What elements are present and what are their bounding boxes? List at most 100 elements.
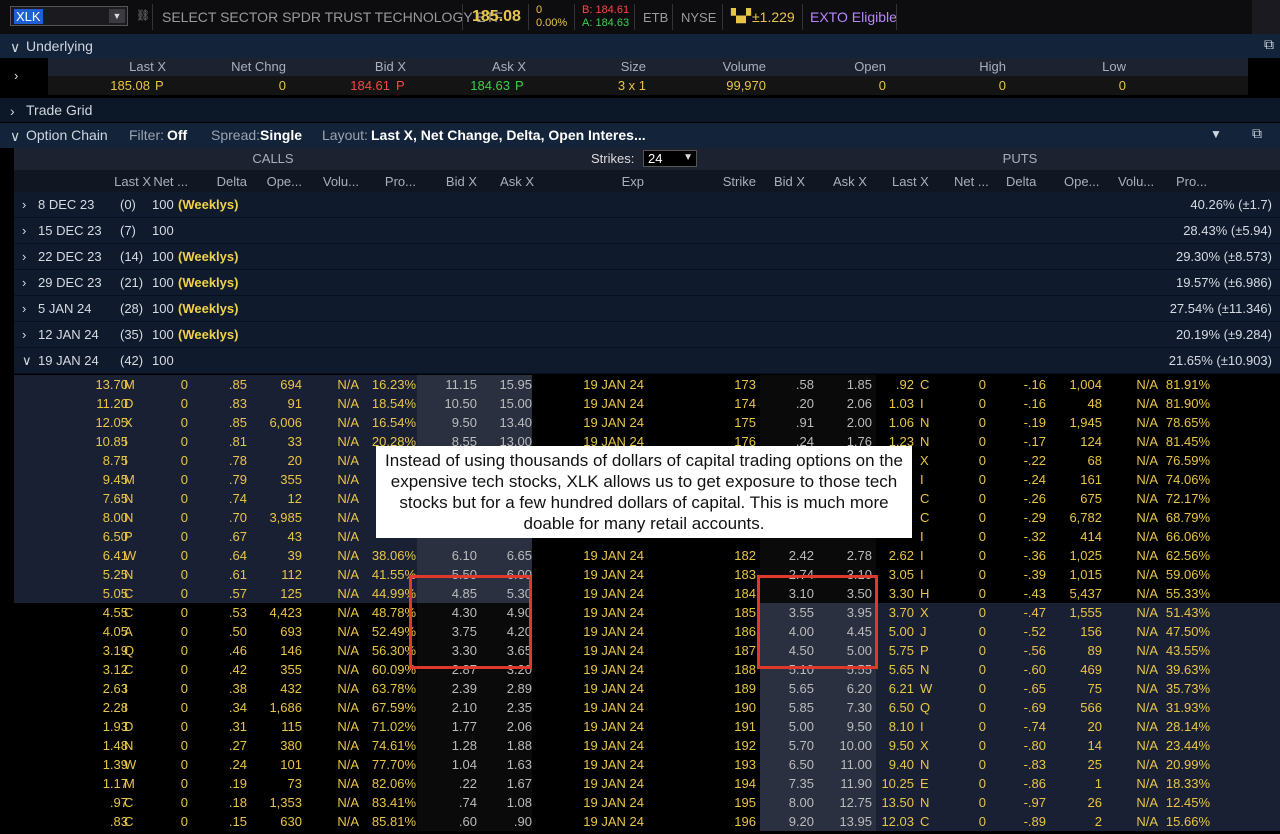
put-column-header[interactable]: Last X — [892, 174, 948, 189]
strikes-select[interactable]: 24 ▼ — [643, 150, 697, 167]
put-bid[interactable]: 5.70 — [762, 738, 814, 753]
call-ask[interactable]: 1.63 — [480, 757, 532, 772]
chevron-right-icon[interactable]: › — [14, 68, 18, 83]
symbol-text[interactable]: XLK — [14, 9, 43, 24]
call-bid[interactable]: 2.39 — [420, 681, 477, 696]
table-row[interactable]: 6.41 W 0 .64 39 N/A 38.06% 6.10 6.65 19 JAN 24 182… — [14, 546, 1280, 565]
call-ask[interactable]: .90 — [480, 814, 532, 829]
option-chain-section-header[interactable]: ∨ Option Chain Filter: Off Spread: Singl… — [0, 123, 1280, 148]
table-row[interactable]: 12.05 X 0 .85 6,006 N/A 16.54% 9.50 13.40 19 JAN … — [14, 413, 1280, 432]
put-bid[interactable]: 5.00 — [762, 719, 814, 734]
expiration-row[interactable]: › 15 DEC 23 (7) 100 28.43% (±5.94) — [14, 218, 1280, 244]
symbol-input[interactable]: XLK ▼ — [10, 6, 128, 26]
table-row[interactable]: 1.39 W 0 .24 101 N/A 77.70% 1.04 1.63 19 JAN 24 19… — [14, 755, 1280, 774]
call-bid[interactable]: 6.10 — [420, 548, 477, 563]
put-bid[interactable]: 9.20 — [762, 814, 814, 829]
put-column-header[interactable]: Delta — [1006, 174, 1062, 189]
call-bid[interactable]: .60 — [420, 814, 477, 829]
put-ask[interactable]: 6.20 — [820, 681, 872, 696]
expiration-row[interactable]: › 5 JAN 24 (28) 100 (Weeklys) 27.54% (±11.346… — [14, 296, 1280, 322]
table-row[interactable]: 13.70 M 0 .85 694 N/A 16.23% 11.15 15.95 19 JAN 2… — [14, 375, 1280, 394]
table-row[interactable]: 3.19 Q 0.46 146 N/A 56.30% 3.30 3.65 19 JAN 24 18… — [14, 641, 1280, 660]
popout-icon[interactable]: ⧉ — [1252, 125, 1262, 142]
layout-value[interactable]: Last X, Net Change, Delta, Open Interes.… — [371, 127, 646, 143]
table-row[interactable]: .83 C 0.15 630 N/A 85.81% .60.90 19 JAN 24 196 9.… — [14, 812, 1280, 831]
put-ask[interactable]: 13.95 — [820, 814, 872, 829]
expiration-row[interactable]: ∨ 19 JAN 24 (42) 100 21.65% (±10.903) — [14, 348, 1280, 374]
call-column-header[interactable]: Ope... — [250, 174, 302, 189]
chevron-right-icon[interactable]: › — [22, 301, 26, 316]
table-row[interactable]: 4.05 A 0.50 693 N/A 52.49% 3.75 4.20 19 JAN 24 18… — [14, 622, 1280, 641]
chevron-down-icon[interactable]: ∨ — [10, 128, 20, 145]
put-bid[interactable]: 2.42 — [762, 548, 814, 563]
table-row[interactable]: 3.12 C 0.42 355 N/A 60.09% 2.87 3.20 19 JAN 24 18… — [14, 660, 1280, 679]
filter-value[interactable]: Off — [167, 127, 187, 143]
popout-icon[interactable]: ⧉ — [1264, 36, 1274, 53]
call-column-header[interactable]: Delta — [191, 174, 247, 189]
put-column-header[interactable]: Ope... — [1064, 174, 1118, 189]
put-column-header[interactable]: Net ... — [954, 174, 1004, 189]
table-row[interactable]: 1.17 M 0 .19 73 N/A 82.06% .22 1.67 19 JAN 24 194 7… — [14, 774, 1280, 793]
spread-value[interactable]: Single — [260, 127, 302, 143]
expiration-row[interactable]: › 22 DEC 23 (14) 100 (Weeklys) 29.30% (±8.573… — [14, 244, 1280, 270]
table-row[interactable]: 1.93 D 0 .31 115 N/A 71.02% 1.77 2.06 19 JAN 24 19… — [14, 717, 1280, 736]
chevron-right-icon[interactable]: › — [22, 223, 26, 238]
put-ask[interactable]: 2.00 — [820, 415, 872, 430]
call-bid[interactable]: .22 — [420, 776, 477, 791]
call-bid[interactable]: .74 — [420, 795, 477, 810]
put-bid[interactable]: 5.85 — [762, 700, 814, 715]
put-bid[interactable]: 8.00 — [762, 795, 814, 810]
chevron-right-icon[interactable]: › — [22, 197, 26, 212]
link-icon[interactable]: ⛓ — [136, 9, 150, 25]
call-ask[interactable]: 1.88 — [480, 738, 532, 753]
chevron-down-icon[interactable]: ▼ — [109, 9, 125, 23]
put-ask[interactable]: 11.00 — [820, 757, 872, 772]
call-ask[interactable]: 1.67 — [480, 776, 532, 791]
table-row[interactable]: 4.55 C 0.53 4,423 N/A 48.78% 4.30 4.90 19 JAN 24… — [14, 603, 1280, 622]
put-ask[interactable]: 12.75 — [820, 795, 872, 810]
table-row[interactable]: 5.25 N 0.61 112 N/A 41.55% 5.50 6.00 19 JAN 24 18… — [14, 565, 1280, 584]
call-ask[interactable]: 2.06 — [480, 719, 532, 734]
call-ask[interactable]: 15.95 — [480, 377, 532, 392]
put-bid[interactable]: 6.50 — [762, 757, 814, 772]
call-column-header[interactable]: Net ... — [138, 174, 188, 189]
expiration-row[interactable]: › 8 DEC 23 (0) 100 (Weeklys) 40.26% (±1.7) — [14, 192, 1280, 218]
chevron-down-icon[interactable]: ▼ — [683, 152, 693, 163]
underlying-section-header[interactable]: ∨ Underlying ⧉ — [0, 34, 1280, 58]
call-column-header[interactable]: Bid X — [420, 174, 477, 189]
call-bid[interactable]: 1.04 — [420, 757, 477, 772]
put-bid[interactable]: .91 — [762, 415, 814, 430]
table-row[interactable]: 2.28 I 0 .34 1,686 N/A 67.59% 2.10 2.35 19 JAN 24… — [14, 698, 1280, 717]
put-ask[interactable]: 2.78 — [820, 548, 872, 563]
call-ask[interactable]: 2.89 — [480, 681, 532, 696]
exp-column-header[interactable]: Exp — [554, 174, 644, 189]
call-bid[interactable]: 9.50 — [420, 415, 477, 430]
table-row[interactable]: 11.20 D 0 .83 91 N/A 18.54% 10.50 15.00 19 JAN 24… — [14, 394, 1280, 413]
chevron-right-icon[interactable]: › — [10, 103, 15, 119]
put-bid[interactable]: .58 — [762, 377, 814, 392]
scrollbar-track[interactable] — [1252, 0, 1280, 34]
table-row[interactable]: 1.48 N 0 .27 380 N/A 74.61% 1.28 1.88 19 JAN 24 19… — [14, 736, 1280, 755]
table-row[interactable]: 5.05 C 0.57 125 N/A 44.99% 4.85 5.30 19 JAN 24 18… — [14, 584, 1280, 603]
put-column-header[interactable]: Volu... — [1118, 174, 1174, 189]
call-column-header[interactable]: Ask X — [480, 174, 534, 189]
chevron-down-icon[interactable]: ∨ — [22, 353, 32, 369]
chevron-down-icon[interactable]: ∨ — [10, 39, 20, 56]
put-column-header[interactable]: Bid X — [774, 174, 830, 189]
put-bid[interactable]: .20 — [762, 396, 814, 411]
call-bid[interactable]: 11.15 — [420, 377, 477, 392]
chevron-right-icon[interactable]: › — [22, 327, 26, 342]
call-ask[interactable]: 2.35 — [480, 700, 532, 715]
put-ask[interactable]: 7.30 — [820, 700, 872, 715]
put-ask[interactable]: 11.90 — [820, 776, 872, 791]
call-ask[interactable]: 1.08 — [480, 795, 532, 810]
chevron-right-icon[interactable]: › — [22, 275, 26, 290]
put-ask[interactable]: 2.06 — [820, 396, 872, 411]
expiration-row[interactable]: › 12 JAN 24 (35) 100 (Weeklys) 20.19% (±9.284… — [14, 322, 1280, 348]
put-ask[interactable]: 10.00 — [820, 738, 872, 753]
call-ask[interactable]: 6.65 — [480, 548, 532, 563]
call-bid[interactable]: 1.28 — [420, 738, 477, 753]
put-column-header[interactable]: Pro... — [1176, 174, 1226, 189]
put-ask[interactable]: 1.85 — [820, 377, 872, 392]
call-column-header[interactable]: Volu... — [305, 174, 359, 189]
